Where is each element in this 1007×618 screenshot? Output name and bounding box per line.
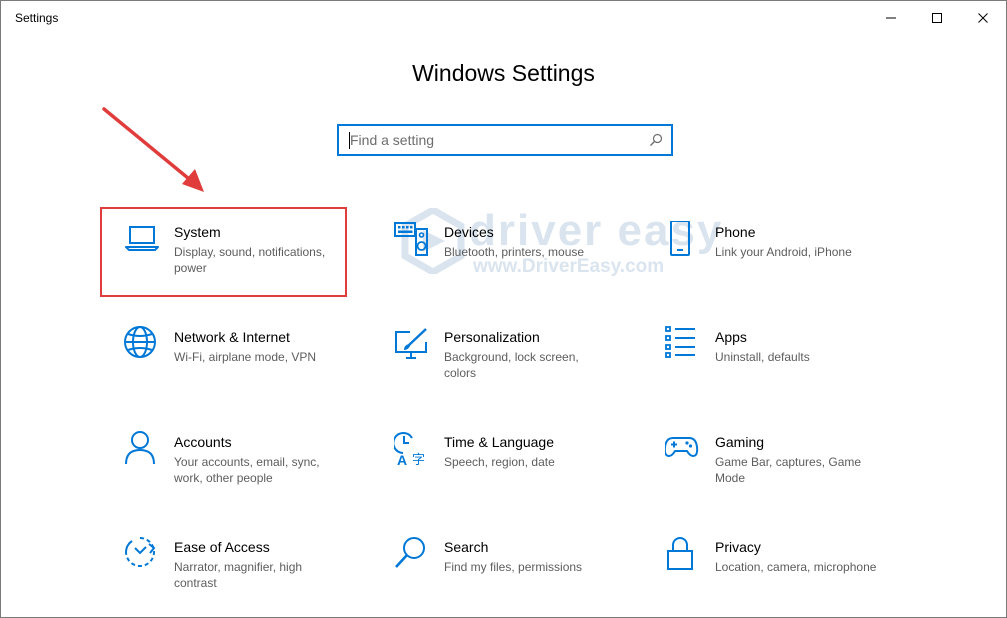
svg-text:A: A bbox=[397, 452, 407, 467]
tile-name: Apps bbox=[715, 329, 747, 345]
tile-accounts[interactable]: Accounts Your accounts, email, sync, wor… bbox=[124, 431, 374, 511]
tile-description: Find my files, permissions bbox=[444, 560, 583, 574]
tile-description: Your accounts, email, sync, work, other … bbox=[174, 455, 320, 485]
title-bar: Settings bbox=[1, 1, 1006, 35]
lock-icon bbox=[667, 537, 693, 570]
tile-privacy[interactable]: Privacy Location, camera, microphone bbox=[665, 536, 915, 616]
tile-name: Accounts bbox=[174, 434, 232, 450]
tile-time-language[interactable]: A 字 Time & Language Speech, region, date bbox=[394, 431, 644, 511]
paint-monitor-icon bbox=[395, 328, 427, 359]
tile-name: Search bbox=[444, 539, 489, 555]
tile-name: Gaming bbox=[715, 434, 765, 450]
minimize-icon bbox=[886, 17, 896, 19]
search-input[interactable] bbox=[350, 126, 640, 154]
tile-name: Phone bbox=[715, 224, 756, 240]
close-button[interactable] bbox=[960, 1, 1006, 35]
tile-phone[interactable]: Phone Link your Android, iPhone bbox=[665, 221, 915, 301]
person-icon bbox=[125, 431, 155, 465]
tile-name: Time & Language bbox=[444, 434, 554, 450]
magnifier-icon bbox=[395, 537, 425, 568]
tile-ease-of-access[interactable]: Ease of Access Narrator, magnifier, high… bbox=[124, 536, 374, 616]
tile-name: Network & Internet bbox=[174, 329, 290, 345]
tile-description: Bluetooth, printers, mouse bbox=[444, 245, 585, 259]
tile-personalization[interactable]: Personalization Background, lock screen,… bbox=[394, 326, 644, 406]
tile-description: Location, camera, microphone bbox=[715, 560, 877, 574]
keyboard-speaker-icon bbox=[394, 222, 428, 256]
tile-description: Game Bar, captures, Game Mode bbox=[715, 455, 862, 485]
tile-name: Personalization bbox=[444, 329, 540, 345]
phone-icon bbox=[670, 221, 690, 256]
gamepad-icon bbox=[665, 437, 699, 457]
tile-description: Wi-Fi, airplane mode, VPN bbox=[174, 350, 317, 364]
tile-devices[interactable]: Devices Bluetooth, printers, mouse bbox=[394, 221, 644, 301]
ease-of-access-icon bbox=[125, 537, 156, 567]
maximize-button[interactable] bbox=[914, 1, 960, 35]
tile-apps[interactable]: Apps Uninstall, defaults bbox=[665, 326, 915, 406]
annotation-arrow-icon bbox=[102, 107, 204, 192]
maximize-icon bbox=[932, 13, 942, 23]
tile-search[interactable]: Search Find my files, permissions bbox=[394, 536, 644, 616]
annotation-highlight-box bbox=[100, 207, 347, 297]
tile-description: Uninstall, defaults bbox=[715, 350, 810, 364]
tile-name: Privacy bbox=[715, 539, 761, 555]
minimize-button[interactable] bbox=[868, 1, 914, 35]
tile-network-internet[interactable]: Network & Internet Wi-Fi, airplane mode,… bbox=[124, 326, 374, 406]
page-title: Windows Settings bbox=[412, 60, 595, 86]
svg-text:字: 字 bbox=[412, 453, 425, 467]
settings-window: Settings Windows Settings Find a setting… bbox=[0, 0, 1007, 618]
tile-description: Speech, region, date bbox=[444, 455, 555, 469]
tile-name: Devices bbox=[444, 224, 494, 240]
close-icon bbox=[978, 13, 988, 23]
tile-name: Ease of Access bbox=[174, 539, 270, 555]
tile-gaming[interactable]: Gaming Game Bar, captures, Game Mode bbox=[665, 431, 915, 511]
globe-icon bbox=[124, 326, 156, 358]
app-list-icon bbox=[665, 326, 695, 358]
window-title: Settings bbox=[15, 11, 59, 25]
search-box[interactable] bbox=[337, 124, 673, 156]
search-icon[interactable] bbox=[649, 133, 663, 147]
tile-description: Narrator, magnifier, high contrast bbox=[174, 560, 303, 590]
tile-description: Background, lock screen, colors bbox=[444, 350, 579, 380]
tile-description: Link your Android, iPhone bbox=[715, 245, 852, 259]
clock-language-icon: A 字 bbox=[394, 432, 425, 467]
